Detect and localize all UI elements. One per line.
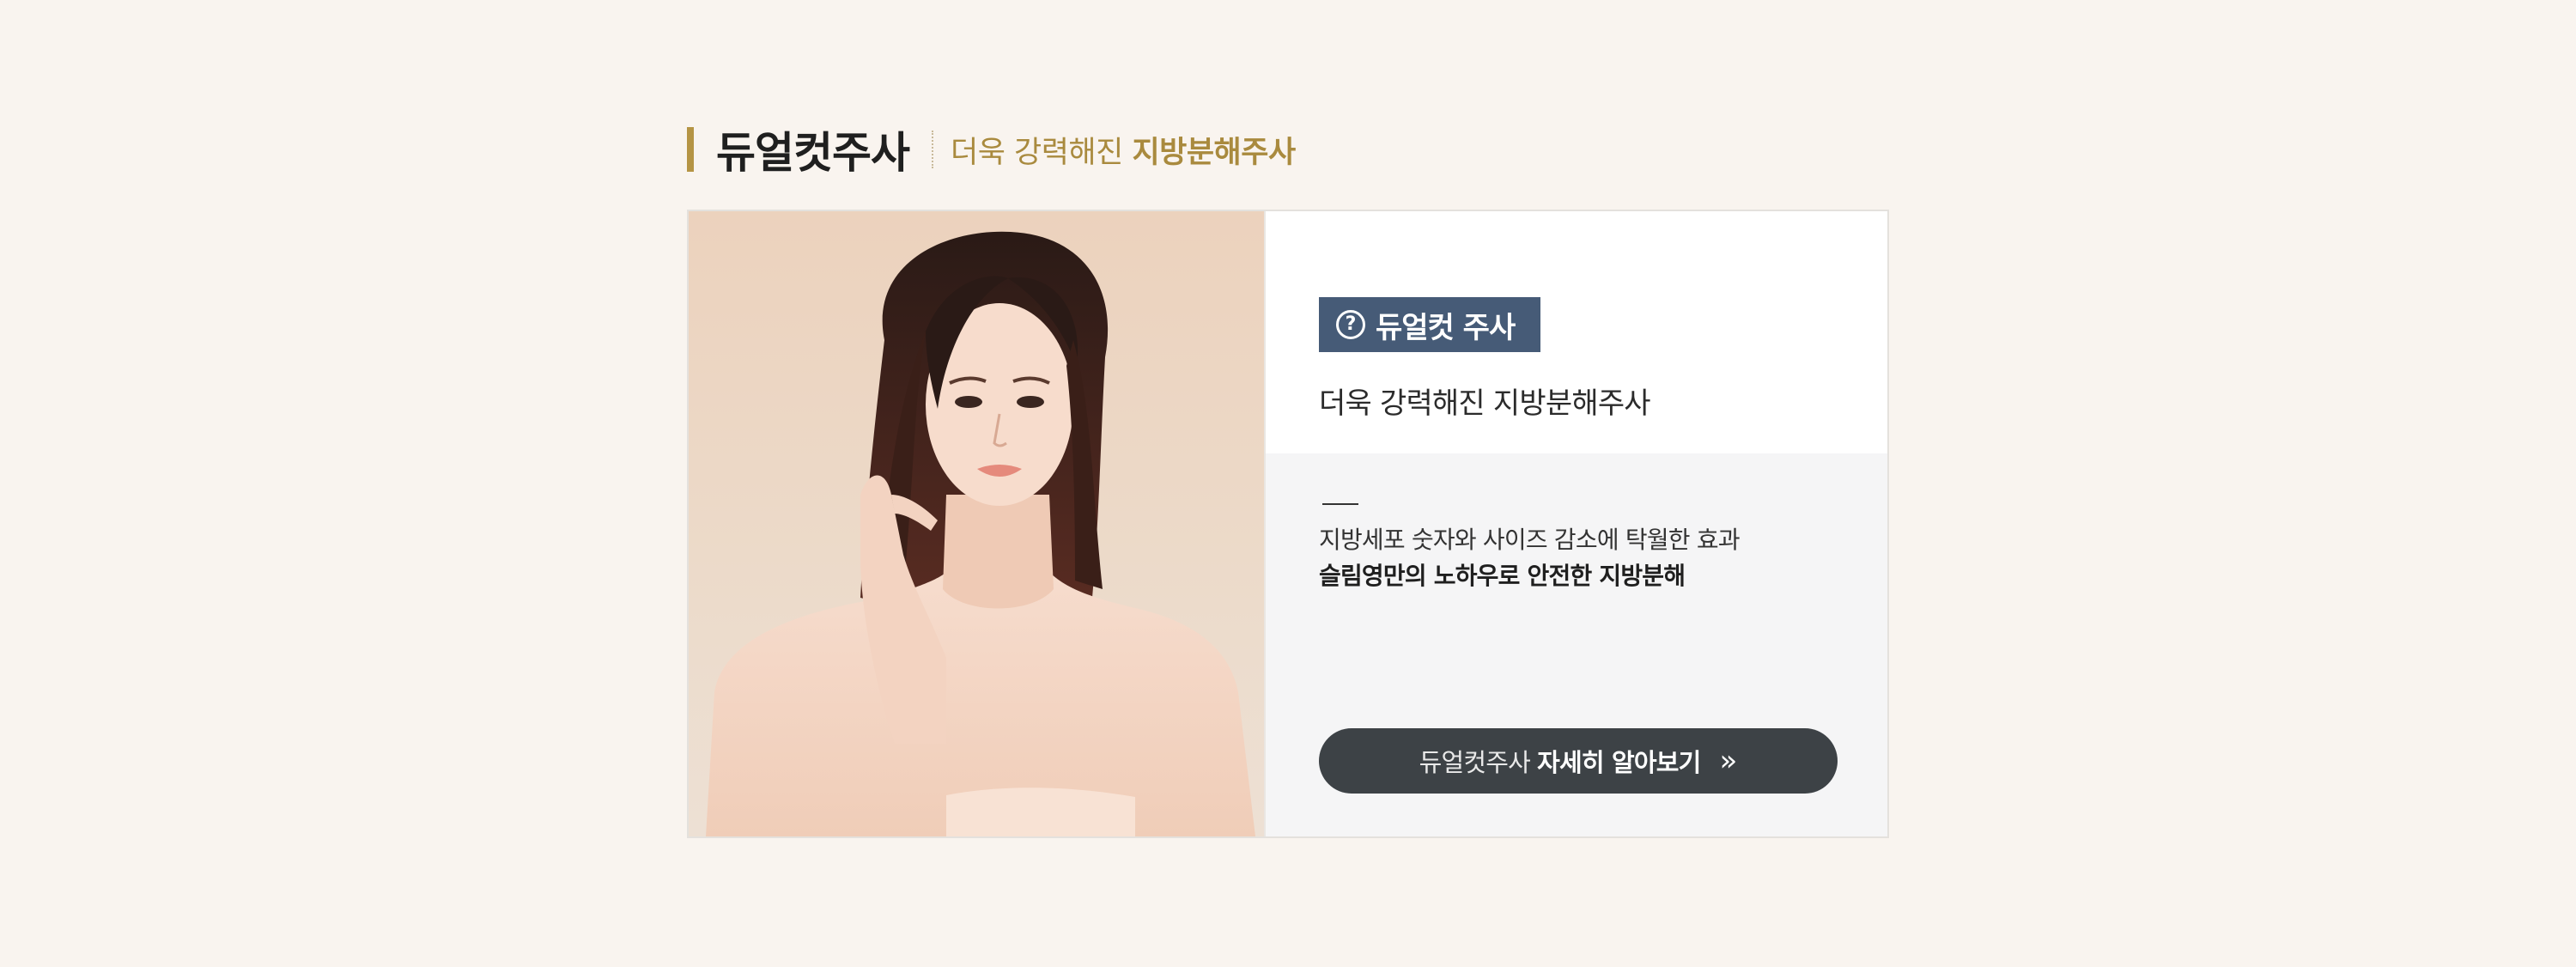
- section-title: 듀얼컷주사: [716, 128, 910, 178]
- learn-more-label-bold: 자세히 알아보기: [1537, 748, 1701, 777]
- model-illustration: [706, 231, 1255, 836]
- section-subtitle-strong: 지방분해주사: [1132, 135, 1296, 170]
- section-header: 듀얼컷주사 더욱 강력해진 지방분해주사: [687, 120, 1296, 179]
- treatment-subtitle: 더욱 강력해진 지방분해주사: [1319, 386, 1651, 421]
- info-panel: ? 듀얼컷 주사 더욱 강력해진 지방분해주사 지방세포 숫자와 사이즈 감소에…: [1264, 211, 1887, 836]
- treatment-description: 지방세포 숫자와 사이즈 감소에 탁월한 효과 슬림영만의 노하우로 안전한 지…: [1319, 522, 1741, 594]
- section-subtitle-normal: 더욱 강력해진: [951, 135, 1133, 170]
- description-line-2: 슬림영만의 노하우로 안전한 지방분해: [1319, 562, 1686, 590]
- info-top-section: ? 듀얼컷 주사 더욱 강력해진 지방분해주사: [1266, 211, 1887, 453]
- section-subtitle: 더욱 강력해진 지방분해주사: [951, 128, 1296, 172]
- treatment-badge: ? 듀얼컷 주사: [1319, 297, 1541, 352]
- question-circle-icon: ?: [1336, 310, 1365, 339]
- learn-more-label-normal: 듀얼컷주사: [1419, 748, 1531, 777]
- learn-more-button[interactable]: 듀얼컷주사 자세히 알아보기 »: [1319, 728, 1838, 794]
- header-accent-bar: [687, 127, 694, 172]
- description-divider: [1322, 503, 1358, 505]
- description-line-1: 지방세포 숫자와 사이즈 감소에 탁월한 효과: [1319, 526, 1741, 554]
- double-chevron-right-icon: »: [1719, 744, 1738, 778]
- treatment-card: ? 듀얼컷 주사 더욱 강력해진 지방분해주사 지방세포 숫자와 사이즈 감소에…: [687, 210, 1889, 838]
- badge-label: 듀얼컷 주사: [1376, 310, 1516, 345]
- header-divider: [932, 131, 933, 168]
- info-bottom-section: 지방세포 숫자와 사이즈 감소에 탁월한 효과 슬림영만의 노하우로 안전한 지…: [1266, 453, 1887, 836]
- model-photo: [689, 211, 1264, 836]
